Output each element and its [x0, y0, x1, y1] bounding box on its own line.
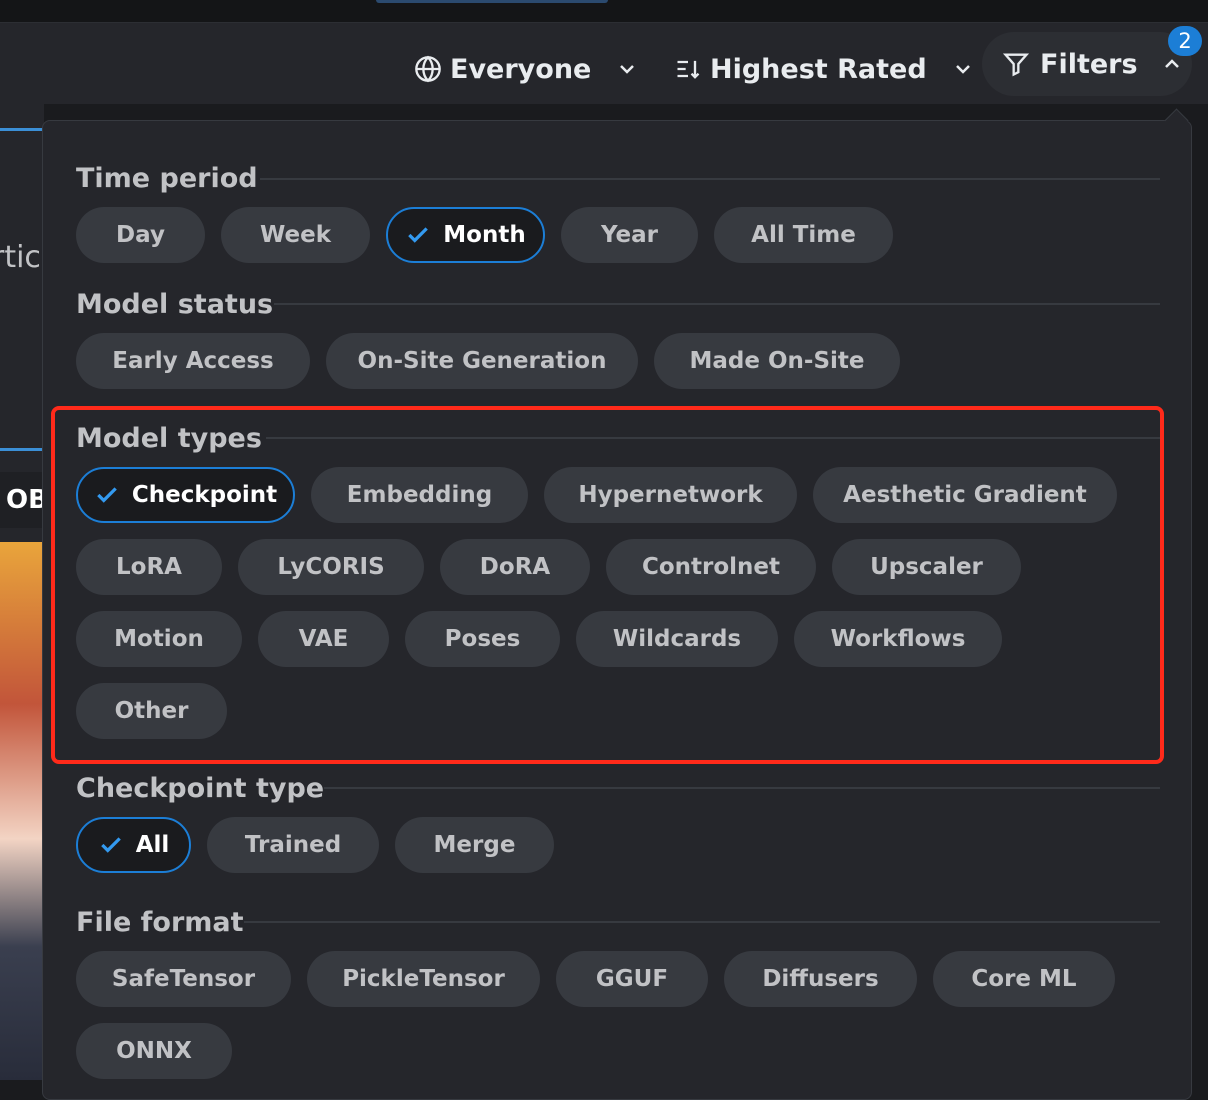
audience-dropdown[interactable]: Everyone — [414, 49, 639, 89]
chip-time-all-time[interactable]: All Time — [714, 207, 893, 263]
file-format-title: File format — [76, 907, 244, 938]
checkpoint-type-title: Checkpoint type — [76, 773, 325, 804]
chip-time-month[interactable]: Month — [386, 207, 545, 263]
sort-icon — [677, 60, 700, 79]
highlight-box — [51, 406, 1164, 764]
globe-icon — [415, 55, 441, 83]
funnel-icon — [1002, 53, 1030, 77]
filters-button[interactable]: Filters — [982, 32, 1192, 96]
chip-status-on-site-generation[interactable]: On-Site Generation — [326, 333, 638, 389]
chip-format-pickletensor[interactable]: PickleTensor — [307, 951, 540, 1007]
sort-dropdown[interactable]: Highest Rated — [674, 49, 975, 89]
chip-label: All — [135, 832, 170, 858]
section-divider — [260, 178, 1160, 180]
section-divider — [274, 303, 1160, 305]
time-period-title: Time period — [76, 163, 258, 194]
filters-count-badge: 2 — [1168, 26, 1202, 56]
chip-format-core-ml[interactable]: Core ML — [933, 951, 1115, 1007]
background-divider — [0, 128, 42, 131]
chevron-down-icon — [955, 65, 970, 74]
background-divider — [0, 448, 44, 451]
chip-checkpoint-trained[interactable]: Trained — [207, 817, 379, 873]
chip-time-year[interactable]: Year — [561, 207, 698, 263]
chip-status-made-on-site[interactable]: Made On-Site — [654, 333, 900, 389]
chip-format-safetensor[interactable]: SafeTensor — [76, 951, 291, 1007]
background-partial-text: rtic — [0, 240, 41, 275]
chip-time-day[interactable]: Day — [76, 207, 205, 263]
chip-format-gguf[interactable]: GGUF — [556, 951, 708, 1007]
chip-checkpoint-all[interactable]: All — [76, 817, 191, 873]
sort-label: Highest Rated — [710, 53, 927, 85]
section-divider — [324, 787, 1160, 789]
chevron-down-icon — [620, 65, 635, 74]
check-icon — [100, 837, 121, 853]
filters-label: Filters — [1040, 48, 1138, 80]
section-divider — [244, 921, 1160, 923]
toolbar: Everyone Highest Rated Filters — [0, 23, 1208, 104]
background-card-label: OB — [0, 472, 44, 528]
audience-label: Everyone — [450, 53, 592, 85]
chip-checkpoint-merge[interactable]: Merge — [395, 817, 554, 873]
chip-format-onnx[interactable]: ONNX — [76, 1023, 232, 1079]
background-content: rtic OB — [0, 104, 44, 1080]
model-status-title: Model status — [76, 289, 274, 320]
chip-time-week[interactable]: Week — [221, 207, 370, 263]
chip-label: Month — [443, 222, 526, 248]
chip-format-diffusers[interactable]: Diffusers — [724, 951, 917, 1007]
chip-status-early-access[interactable]: Early Access — [76, 333, 310, 389]
top-accent — [376, 0, 608, 3]
top-strip — [0, 0, 1208, 23]
background-card-image — [0, 542, 44, 1080]
check-icon — [408, 227, 429, 243]
